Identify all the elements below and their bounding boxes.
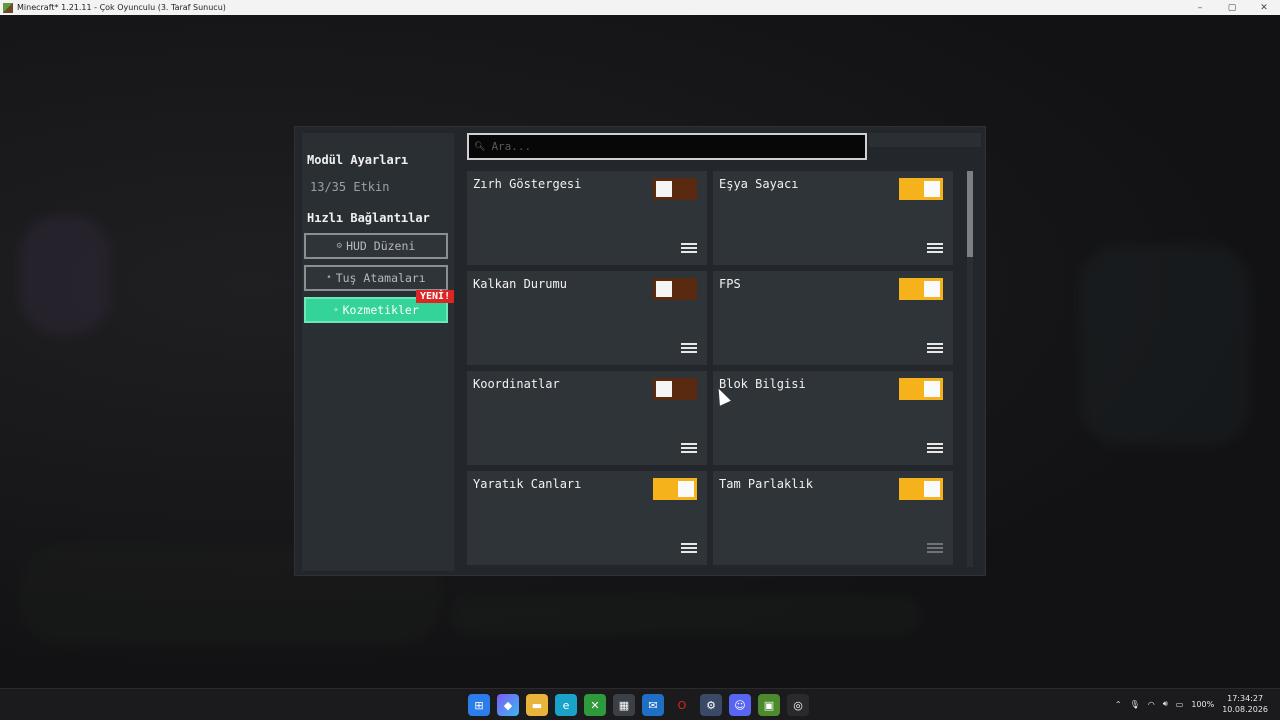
module-toggle[interactable] (899, 378, 943, 400)
module-name: FPS (719, 277, 741, 291)
module-name: Kalkan Durumu (473, 277, 567, 291)
module-settings-icon[interactable] (681, 543, 697, 557)
close-button[interactable]: ✕ (1248, 3, 1280, 13)
module-name: Zırh Göstergesi (473, 177, 582, 191)
gear-icon: ⚙ (336, 241, 343, 251)
toggle-knob (656, 181, 672, 197)
hud-layout-button[interactable]: ⚙ HUD Düzeni (304, 233, 448, 259)
sparkle-icon: ✧ (333, 305, 339, 315)
background-blur (450, 595, 920, 635)
speaker-icon[interactable]: 🔊︎ (1163, 699, 1168, 709)
battery-percent: 100% (1191, 699, 1215, 709)
discord-icon[interactable]: ☺ (729, 694, 751, 716)
search-icon: 🔍︎ (474, 141, 486, 152)
dot-icon: • (326, 273, 332, 283)
module-toggle[interactable] (653, 178, 697, 200)
module-toggle[interactable] (653, 378, 697, 400)
search-box[interactable]: 🔍︎ (467, 133, 867, 160)
toggle-knob (924, 381, 940, 397)
keybinds-label: Tuş Atamaları (335, 271, 426, 285)
clock-time: 17:34:27 (1227, 694, 1264, 703)
opera-icon[interactable]: O (671, 694, 693, 716)
enabled-count: 13/35 Etkin (310, 180, 390, 194)
app-icon[interactable]: ◎ (787, 694, 809, 716)
module-card-coordinates[interactable]: Koordinatlar (467, 371, 707, 465)
copilot-icon[interactable]: ◆ (497, 694, 519, 716)
module-card-mob-health[interactable]: Yaratık Canları (467, 471, 707, 565)
module-scrollbar[interactable] (967, 171, 973, 567)
module-card-armor-status[interactable]: Zırh Göstergesi (467, 171, 707, 265)
window-title-bar: Minecraft* 1.21.11 - Çok Oyunculu (3. Ta… (0, 0, 1280, 15)
clock-date: 10.08.2026 (1222, 705, 1268, 714)
windows-start-icon[interactable]: ⊞ (468, 694, 490, 716)
toggle-knob (924, 481, 940, 497)
chevron-up-icon[interactable]: ⌃ (1115, 700, 1122, 709)
background-blur (1080, 245, 1250, 445)
module-toggle[interactable] (899, 278, 943, 300)
scrollbar-thumb[interactable] (967, 171, 973, 257)
toggle-knob (656, 281, 672, 297)
module-card-fps[interactable]: FPS (713, 271, 953, 365)
quick-links-title: Hızlı Bağlantılar (307, 211, 430, 225)
module-card-block-info[interactable]: Blok Bilgisi (713, 371, 953, 465)
module-card-shield-status[interactable]: Kalkan Durumu (467, 271, 707, 365)
minimize-button[interactable]: – (1184, 3, 1216, 13)
store-icon[interactable]: ▦ (613, 694, 635, 716)
steam-icon[interactable]: ⚙ (700, 694, 722, 716)
header-strip (869, 133, 981, 147)
module-settings-panel: Modül Ayarları 13/35 Etkin Hızlı Bağlant… (294, 126, 986, 576)
module-settings-icon[interactable] (681, 343, 697, 357)
module-settings-icon[interactable] (927, 243, 943, 257)
module-settings-icon[interactable] (927, 443, 943, 457)
module-name: Koordinatlar (473, 377, 560, 391)
minecraft-app-icon (3, 2, 13, 13)
module-grid: Zırh Göstergesi Eşya Sayacı Kalkan Durum… (467, 171, 955, 567)
module-toggle[interactable] (653, 478, 697, 500)
battery-icon[interactable]: ▭ (1176, 700, 1184, 709)
edge-icon[interactable]: e (555, 694, 577, 716)
new-badge: YENİ! (416, 290, 455, 303)
maximize-button[interactable]: ▢ (1216, 3, 1248, 13)
module-card-full-bright[interactable]: Tam Parlaklık (713, 471, 953, 565)
toggle-knob (924, 181, 940, 197)
search-input[interactable] (491, 140, 852, 153)
minecraft-icon[interactable]: ▣ (758, 694, 780, 716)
module-toggle[interactable] (899, 178, 943, 200)
module-name: Yaratık Canları (473, 477, 582, 491)
toggle-knob (656, 381, 672, 397)
module-name: Blok Bilgisi (719, 377, 806, 391)
toggle-knob (678, 481, 694, 497)
module-toggle[interactable] (899, 478, 943, 500)
module-name: Tam Parlaklık (719, 477, 813, 491)
module-name: Eşya Sayacı (719, 177, 799, 191)
wifi-icon[interactable]: ◠ (1148, 700, 1155, 709)
sidebar: Modül Ayarları 13/35 Etkin Hızlı Bağlant… (302, 133, 455, 571)
module-card-item-counter[interactable]: Eşya Sayacı (713, 171, 953, 265)
clock[interactable]: 17:34:27 10.08.2026 (1222, 693, 1268, 715)
hud-layout-label: HUD Düzeni (346, 239, 416, 253)
window-title: Minecraft* 1.21.11 - Çok Oyunculu (3. Ta… (17, 3, 226, 12)
mail-icon[interactable]: ✉ (642, 694, 664, 716)
background-blur (20, 215, 110, 335)
taskbar-apps: ⊞ ◆ ▬ e ✕ ▦ ✉ O ⚙ ☺ ▣ ◎ (468, 694, 809, 716)
file-explorer-icon[interactable]: ▬ (526, 694, 548, 716)
keybinds-button[interactable]: • Tuş Atamaları (304, 265, 448, 291)
microphone-icon[interactable]: 🎙︎ (1130, 700, 1140, 709)
module-settings-icon[interactable] (681, 443, 697, 457)
sidebar-title: Modül Ayarları (307, 153, 409, 167)
xbox-icon[interactable]: ✕ (584, 694, 606, 716)
module-settings-icon[interactable] (681, 243, 697, 257)
module-settings-icon[interactable] (927, 343, 943, 357)
module-toggle[interactable] (653, 278, 697, 300)
cosmetics-label: Kozmetikler (342, 303, 419, 317)
toggle-knob (924, 281, 940, 297)
module-settings-icon[interactable] (927, 543, 943, 557)
taskbar: ⊞ ◆ ▬ e ✕ ▦ ✉ O ⚙ ☺ ▣ ◎ ⌃ 🎙︎ ◠ 🔊︎ ▭ 100%… (0, 688, 1280, 720)
system-tray: ⌃ 🎙︎ ◠ 🔊︎ ▭ 100% 17:34:27 10.08.2026 (1115, 693, 1268, 715)
